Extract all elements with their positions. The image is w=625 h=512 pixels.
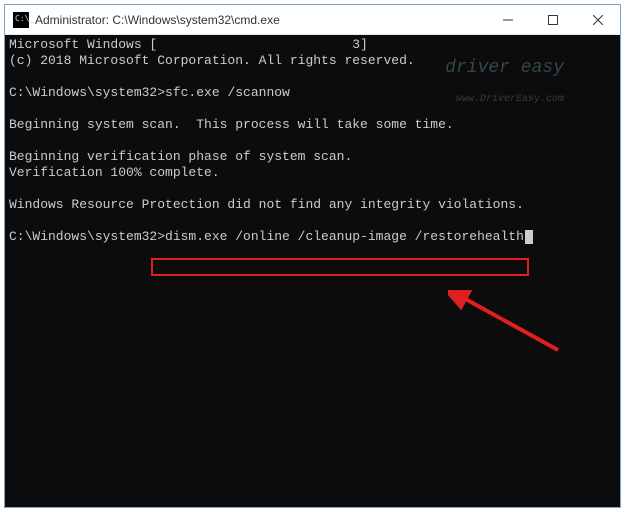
console-line: (c) 2018 Microsoft Corporation. All righ… bbox=[9, 53, 415, 68]
console-line: Verification 100% complete. bbox=[9, 165, 220, 180]
console-line: Beginning system scan. This process will… bbox=[9, 117, 454, 132]
annotation-highlight-box bbox=[151, 258, 529, 276]
text-cursor bbox=[525, 230, 533, 244]
window-controls bbox=[485, 5, 620, 35]
console-command-highlighted: dism.exe /online /cleanup-image /restore… bbox=[165, 229, 524, 244]
window-title: Administrator: C:\Windows\system32\cmd.e… bbox=[35, 13, 280, 27]
console-prompt: C:\Windows\system32> bbox=[9, 229, 165, 244]
console-line: Windows Resource Protection did not find… bbox=[9, 197, 524, 212]
console-output[interactable]: Microsoft Windows [ 3] (c) 2018 Microsof… bbox=[5, 35, 620, 507]
console-line: Microsoft Windows [ 3] bbox=[9, 37, 368, 52]
console-command: sfc.exe /scannow bbox=[165, 85, 290, 100]
maximize-button[interactable] bbox=[530, 5, 575, 35]
console-prompt: C:\Windows\system32> bbox=[9, 85, 165, 100]
annotation-arrow-icon bbox=[448, 290, 568, 360]
cmd-icon bbox=[13, 12, 29, 28]
minimize-button[interactable] bbox=[485, 5, 530, 35]
cmd-window: Administrator: C:\Windows\system32\cmd.e… bbox=[5, 5, 620, 507]
console-line: Beginning verification phase of system s… bbox=[9, 149, 352, 164]
titlebar[interactable]: Administrator: C:\Windows\system32\cmd.e… bbox=[5, 5, 620, 35]
watermark-url: www.DriverEasy.com bbox=[359, 95, 564, 105]
watermark-brand: driver easy bbox=[445, 58, 564, 78]
close-button[interactable] bbox=[575, 5, 620, 35]
